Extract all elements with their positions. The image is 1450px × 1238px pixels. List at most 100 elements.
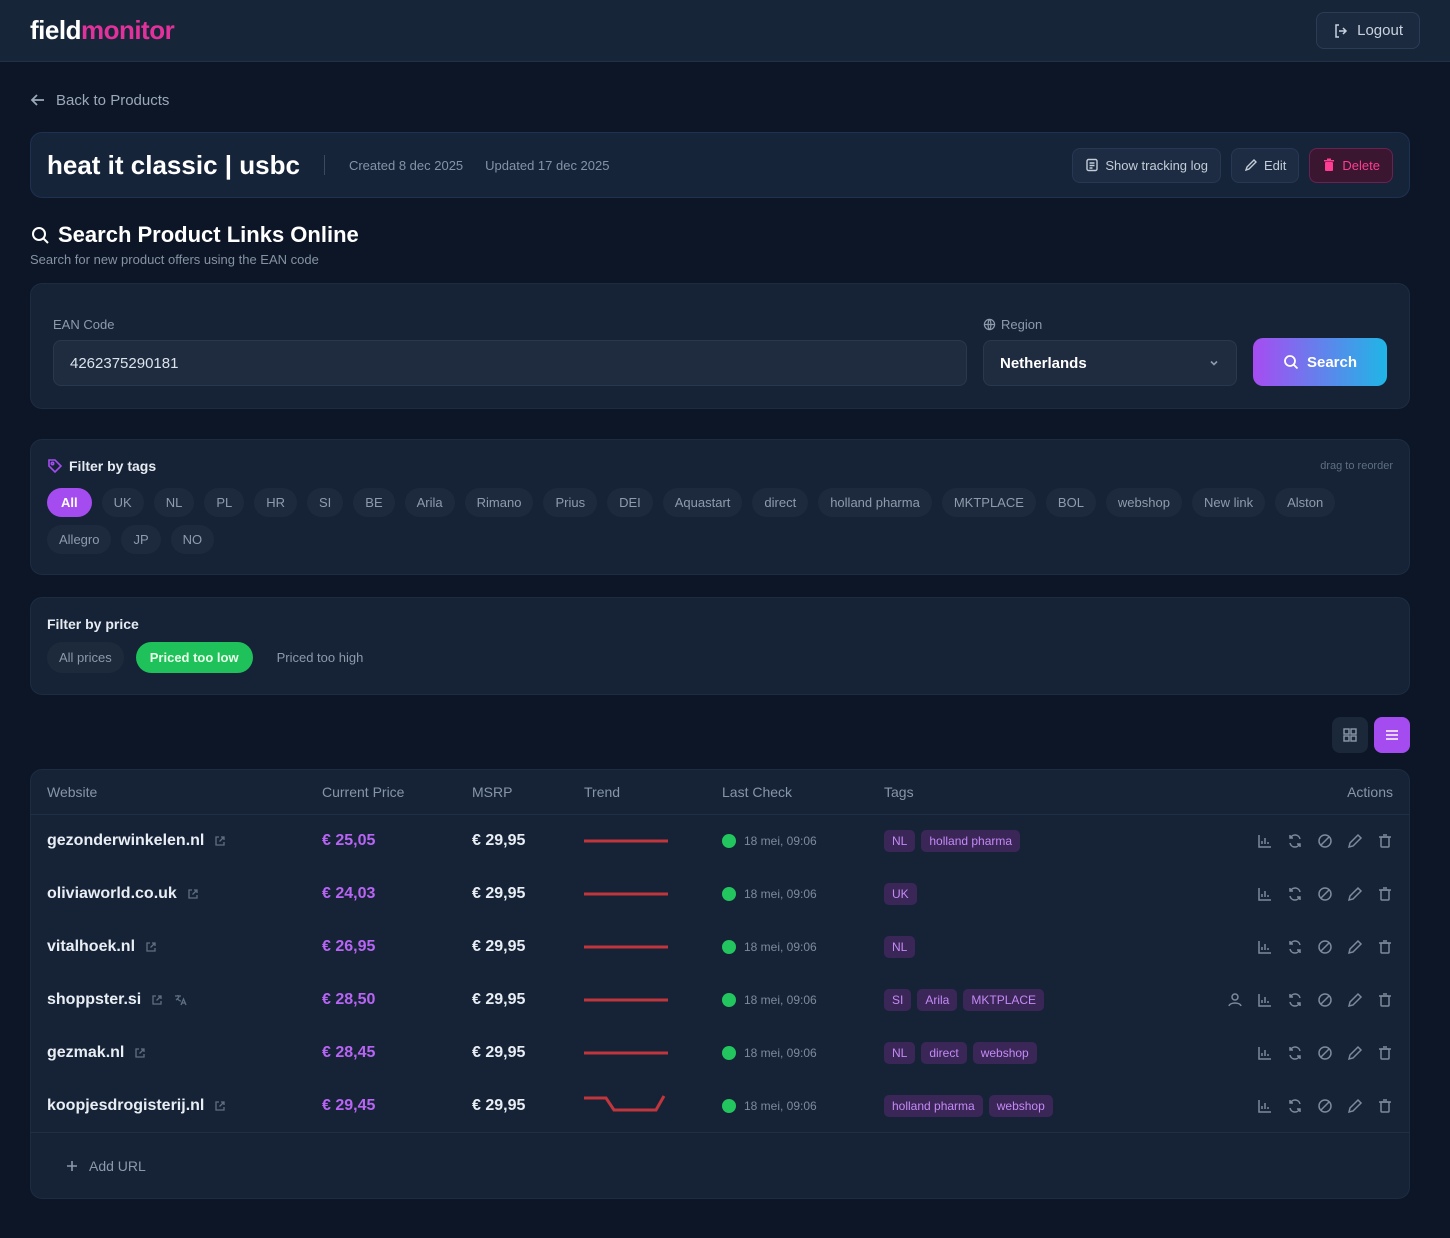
delete-button[interactable]: Delete xyxy=(1309,147,1393,183)
tag-chip[interactable]: Aquastart xyxy=(662,488,743,517)
tag-chip[interactable]: Alston xyxy=(1275,488,1336,517)
price-filter-option[interactable]: All prices xyxy=(47,642,124,673)
pencil-icon[interactable] xyxy=(1347,992,1363,1008)
chart-icon[interactable] xyxy=(1257,992,1273,1008)
tag-chip[interactable]: SI xyxy=(307,488,344,517)
price-filter-option[interactable]: Priced too low xyxy=(135,642,253,673)
region-select[interactable]: Netherlands xyxy=(983,340,1237,386)
eye-off-icon[interactable] xyxy=(1317,1045,1333,1061)
tag-chip[interactable]: All xyxy=(47,488,92,517)
tag-chip[interactable]: HR xyxy=(254,488,297,517)
logout-button[interactable]: Logout xyxy=(1316,12,1420,49)
refresh-icon[interactable] xyxy=(1287,886,1303,902)
tag-chip[interactable]: NO xyxy=(170,525,215,554)
external-link-icon[interactable] xyxy=(214,1100,226,1112)
row-actions xyxy=(1205,1045,1393,1061)
external-link-icon[interactable] xyxy=(145,941,157,953)
pencil-icon[interactable] xyxy=(1347,939,1363,955)
tag-chip[interactable]: NL xyxy=(153,488,195,517)
search-section-subtitle: Search for new product offers using the … xyxy=(30,252,319,267)
search-icon xyxy=(30,225,50,245)
chart-icon[interactable] xyxy=(1257,886,1273,902)
eye-off-icon[interactable] xyxy=(1317,833,1333,849)
edit-button[interactable]: Edit xyxy=(1231,147,1300,183)
external-link-icon[interactable] xyxy=(134,1047,146,1059)
add-url-button[interactable]: Add URL xyxy=(31,1132,1409,1198)
external-link-icon[interactable] xyxy=(214,835,226,847)
tag-chip[interactable]: BE xyxy=(353,488,395,517)
trash-icon[interactable] xyxy=(1377,886,1393,902)
show-tracking-log-button[interactable]: Show tracking log xyxy=(1072,147,1222,183)
chart-icon[interactable] xyxy=(1257,939,1273,955)
status-dot xyxy=(722,833,736,848)
links-table-card: Website Current Price MSRP Trend Last Ch… xyxy=(30,769,1410,1199)
translate-icon[interactable] xyxy=(173,993,187,1007)
grid-view-button[interactable] xyxy=(1332,717,1368,753)
tag-chip[interactable]: BOL xyxy=(1045,488,1096,517)
tag-chip[interactable]: Prius xyxy=(543,488,598,517)
last-check-time: 18 mei, 09:06 xyxy=(744,992,817,1007)
globe-icon xyxy=(983,318,996,331)
pencil-icon[interactable] xyxy=(1347,1098,1363,1114)
pencil-icon[interactable] xyxy=(1347,886,1363,902)
eye-off-icon[interactable] xyxy=(1317,886,1333,902)
view-toggle xyxy=(30,717,1410,753)
trend-sparkline xyxy=(584,1043,690,1063)
tag-chip[interactable]: MKTPLACE xyxy=(941,488,1036,517)
list-view-button[interactable] xyxy=(1374,717,1410,753)
app-logo[interactable]: fieldmonitor xyxy=(30,15,175,46)
eye-off-icon[interactable] xyxy=(1317,1098,1333,1114)
tag-chip[interactable]: Allegro xyxy=(47,525,112,554)
eye-off-icon[interactable] xyxy=(1317,992,1333,1008)
tag-chip[interactable]: Arila xyxy=(404,488,455,517)
tag-chip[interactable]: JP xyxy=(121,525,161,554)
trend-sparkline xyxy=(584,990,690,1010)
chart-icon[interactable] xyxy=(1257,1098,1273,1114)
trash-icon[interactable] xyxy=(1377,939,1393,955)
tag-chip[interactable]: direct xyxy=(752,488,809,517)
chevron-down-icon xyxy=(1208,357,1220,369)
col-website: Website xyxy=(31,770,306,815)
back-to-products-link[interactable]: Back to Products xyxy=(30,62,1410,132)
tag-chip[interactable]: UK xyxy=(101,488,144,517)
price-filter-option[interactable]: Priced too high xyxy=(265,642,376,673)
col-tags: Tags xyxy=(868,770,1189,815)
table-row: oliviaworld.co.uk € 24,03 € 29,95 18 mei… xyxy=(31,867,1409,920)
chart-icon[interactable] xyxy=(1257,833,1273,849)
tag-chip[interactable]: New link xyxy=(1191,488,1266,517)
trash-icon[interactable] xyxy=(1377,833,1393,849)
user-icon[interactable] xyxy=(1227,992,1243,1008)
trend-sparkline xyxy=(584,831,690,851)
refresh-icon[interactable] xyxy=(1287,1045,1303,1061)
divider xyxy=(323,155,325,175)
trash-icon[interactable] xyxy=(1377,1045,1393,1061)
trash-icon[interactable] xyxy=(1377,1098,1393,1114)
product-title: heat it classic | usbc xyxy=(47,149,300,180)
tag-chip[interactable]: PL xyxy=(204,488,245,517)
refresh-icon[interactable] xyxy=(1287,1098,1303,1114)
pencil-icon[interactable] xyxy=(1347,1045,1363,1061)
refresh-icon[interactable] xyxy=(1287,833,1303,849)
website-link[interactable]: gezmak.nl xyxy=(47,1044,124,1062)
website-link[interactable]: koopjesdrogisterij.nl xyxy=(47,1097,204,1115)
tag-chip[interactable]: webshop xyxy=(1105,488,1182,517)
eye-off-icon[interactable] xyxy=(1317,939,1333,955)
website-link[interactable]: oliviaworld.co.uk xyxy=(47,885,177,903)
pencil-icon[interactable] xyxy=(1347,833,1363,849)
trash-icon[interactable] xyxy=(1377,992,1393,1008)
external-link-icon[interactable] xyxy=(187,888,199,900)
ean-input[interactable]: 4262375290181 xyxy=(53,340,967,386)
website-link[interactable]: shoppster.si xyxy=(47,991,141,1009)
tag-chip[interactable]: DEI xyxy=(607,488,653,517)
refresh-icon[interactable] xyxy=(1287,992,1303,1008)
price-filter-title: Filter by price xyxy=(47,616,139,632)
refresh-icon[interactable] xyxy=(1287,939,1303,955)
website-link[interactable]: vitalhoek.nl xyxy=(47,938,135,956)
chart-icon[interactable] xyxy=(1257,1045,1273,1061)
tag-chip[interactable]: holland pharma xyxy=(818,488,932,517)
external-link-icon[interactable] xyxy=(151,994,163,1006)
plus-icon xyxy=(65,1159,79,1173)
website-link[interactable]: gezonderwinkelen.nl xyxy=(47,832,204,850)
tag-chip[interactable]: Rimano xyxy=(464,488,534,517)
search-button[interactable]: Search xyxy=(1253,338,1387,386)
